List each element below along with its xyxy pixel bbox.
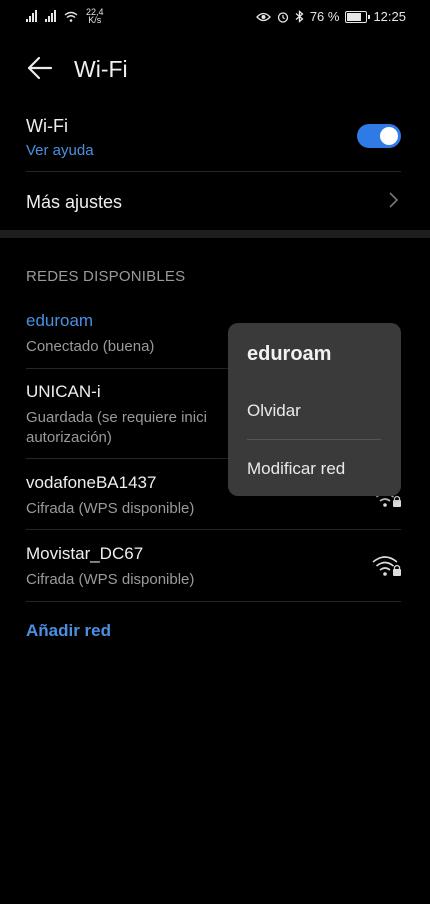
network-name: eduroam <box>26 311 94 330</box>
network-status: autorización) <box>26 429 112 446</box>
page-title: Wi-Fi <box>74 56 128 82</box>
network-name: vodafoneBA1437 <box>26 473 157 492</box>
divider <box>26 171 401 172</box>
divider <box>26 601 401 602</box>
network-name: Movistar_DC67 <box>26 544 144 563</box>
battery-icon <box>345 10 371 23</box>
wifi-toggle-label: Wi-Fi <box>26 116 68 136</box>
alarm-icon <box>277 11 288 23</box>
signal-icon <box>26 10 37 22</box>
wifi-lock-icon <box>372 556 401 576</box>
divider <box>247 439 381 440</box>
back-arrow-icon[interactable] <box>26 55 54 81</box>
network-status: Cifrada (WPS disponible) <box>26 500 195 517</box>
help-link[interactable]: Ver ayuda <box>26 142 94 159</box>
context-menu-title: eduroam <box>247 343 332 365</box>
network-name: UNICAN-i <box>26 382 101 401</box>
clock: 12:25 <box>373 9 406 24</box>
forget-network-button[interactable]: Olvidar <box>247 401 301 421</box>
network-speed: 22,4 K/s <box>86 7 104 25</box>
status-bar: 22,4 K/s 76 % 12:25 <box>0 0 430 34</box>
network-status: Cifrada (WPS disponible) <box>26 571 195 588</box>
battery-level <box>347 12 362 21</box>
bluetooth-icon <box>295 10 304 23</box>
chevron-right-icon <box>389 192 399 208</box>
wifi-icon <box>64 11 78 22</box>
network-status: Conectado (buena) <box>26 338 155 355</box>
toggle-knob <box>380 127 398 145</box>
add-network-button[interactable]: Añadir red <box>26 621 111 641</box>
section-separator <box>0 230 430 238</box>
divider <box>26 529 401 530</box>
eye-icon <box>255 12 271 21</box>
network-status: Guardada (se requiere inici <box>26 409 207 426</box>
context-menu: eduroam Olvidar Modificar red <box>228 323 401 496</box>
more-settings-item[interactable]: Más ajustes <box>26 192 122 213</box>
modify-network-button[interactable]: Modificar red <box>247 459 345 479</box>
section-title: REDES DISPONIBLES <box>26 268 186 285</box>
wifi-toggle-switch[interactable] <box>357 124 401 148</box>
battery-percent: 76 % <box>309 9 340 24</box>
signal-icon <box>45 10 56 22</box>
